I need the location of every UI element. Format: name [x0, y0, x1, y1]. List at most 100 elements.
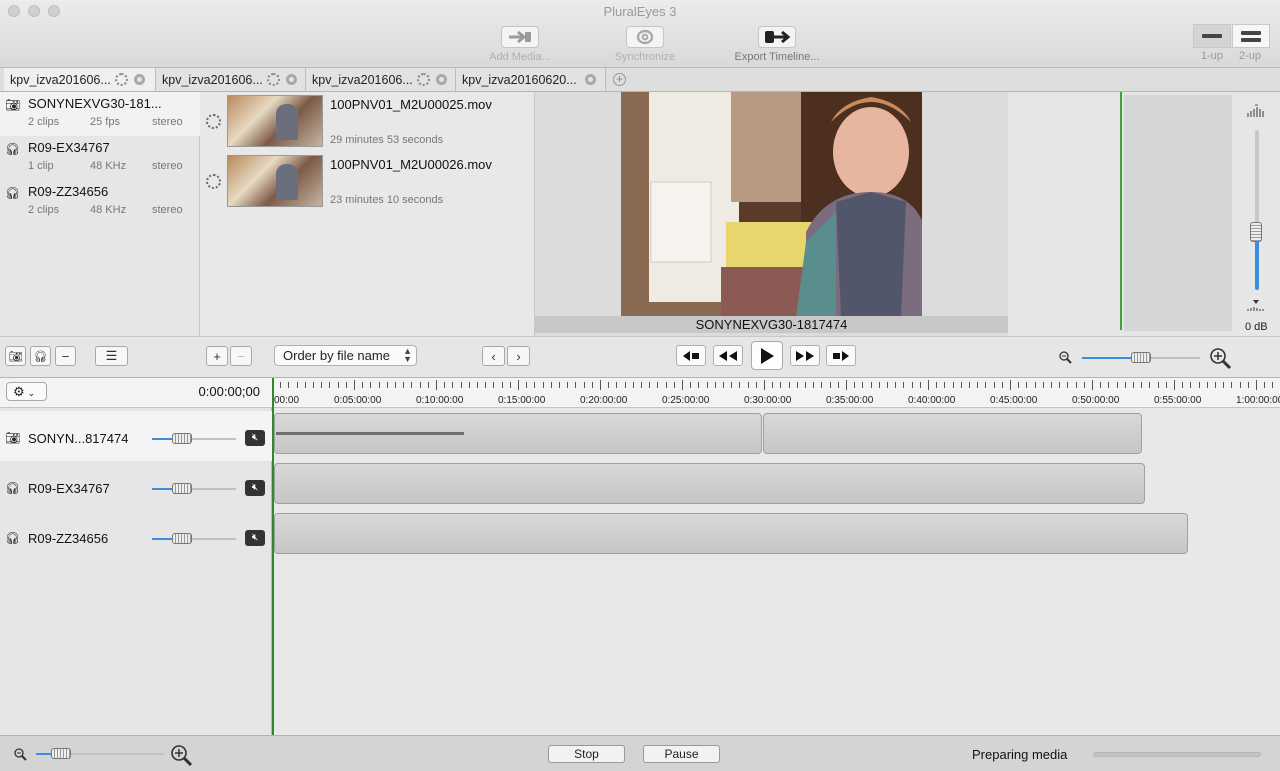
tab-label: kpv_izva201606...	[162, 72, 263, 87]
track-volume-slider-fill	[152, 438, 174, 440]
add-clip-button[interactable]: +	[206, 346, 228, 366]
clip-filename: 100PNV01_M2U00025.mov	[330, 97, 492, 112]
order-select[interactable]: Order by file name ▲ ▼	[274, 345, 417, 366]
next-clip-button[interactable]: ›	[507, 346, 530, 366]
add-media-button[interactable]: Add Media...	[470, 26, 570, 63]
close-tab-icon[interactable]	[584, 74, 596, 85]
ruler-label: 0:40:00:00	[908, 395, 956, 406]
ruler-tick	[772, 382, 773, 388]
track-volume-slider-fill	[152, 488, 174, 490]
play-button[interactable]	[751, 341, 783, 370]
go-to-end-button[interactable]	[826, 345, 856, 366]
device-name: R09-EX34767	[28, 140, 110, 155]
previous-clip-button[interactable]: ‹	[482, 346, 505, 366]
track-volume-knob[interactable]	[172, 433, 192, 444]
stop-button[interactable]: Stop	[548, 745, 625, 763]
timeline-ruler[interactable]: 00:00 0:05:00:00 0:10:00:00 0:15:00:00 0…	[272, 378, 1280, 408]
clip-item[interactable]: 100PNV01_M2U00026.mov 23 minutes 10 seco…	[200, 152, 535, 212]
volume-slider-knob[interactable]	[1250, 222, 1262, 242]
list-view-button[interactable]: ☰	[95, 346, 128, 366]
track-volume-knob[interactable]	[172, 483, 192, 494]
project-tab[interactable]: kpv_izva20160620...	[456, 68, 606, 91]
close-tab-icon[interactable]	[285, 74, 297, 85]
remove-clip-button[interactable]: −	[230, 346, 252, 366]
ruler-tick	[1190, 382, 1191, 388]
ruler-tick	[903, 382, 904, 388]
track-volume-knob[interactable]	[172, 533, 192, 544]
ruler-tick	[789, 382, 790, 388]
playhead[interactable]	[272, 378, 274, 735]
track-volume-slider-fill	[152, 538, 174, 540]
ruler-tick	[674, 382, 675, 388]
go-to-start-button[interactable]	[676, 345, 706, 366]
timeline-clip[interactable]	[274, 463, 1145, 504]
clip-item[interactable]: 100PNV01_M2U00025.mov 29 minutes 53 seco…	[200, 92, 535, 152]
add-tab-icon[interactable]: +	[613, 73, 626, 86]
track-header[interactable]: 🎧︎ R09-ZZ34656 🔇︎	[0, 511, 272, 561]
device-item[interactable]: 🎧︎ R09-EX34767 1 clip 48 KHz stereo	[0, 136, 200, 180]
camera-icon: 📷︎	[5, 98, 21, 112]
zoom-out-icon[interactable]	[1058, 350, 1072, 367]
volume-high-icon	[1246, 104, 1266, 121]
close-tab-icon[interactable]	[435, 74, 447, 85]
ruler-tick	[1084, 382, 1085, 388]
ruler-tick	[985, 382, 986, 388]
timeline-zoom-in-icon[interactable]	[170, 744, 194, 769]
zoom-in-icon[interactable]	[1209, 347, 1233, 372]
ruler-label: 0:45:00:00	[990, 395, 1038, 406]
ruler-tick	[1117, 382, 1118, 388]
export-timeline-button[interactable]: Export Timeline...	[727, 26, 827, 63]
timeline-settings-button[interactable]: ⚙ ⌄	[6, 382, 47, 401]
clip-list: 100PNV01_M2U00025.mov 29 minutes 53 seco…	[200, 92, 535, 336]
plus-icon: +	[213, 348, 221, 364]
ruler-tick	[354, 380, 355, 390]
ruler-tick	[469, 382, 470, 388]
rewind-button[interactable]	[713, 345, 743, 366]
timeline-clip[interactable]	[274, 513, 1188, 554]
ruler-tick	[559, 382, 560, 388]
project-tab[interactable]: kpv_izva201606...	[156, 68, 306, 91]
mute-speaker-icon[interactable]: 🔇︎	[245, 430, 265, 446]
close-tab-icon[interactable]	[133, 74, 145, 85]
device-item[interactable]: 📷︎ SONYNEXVG30-181... 2 clips 25 fps ste…	[0, 92, 200, 136]
layout-2up-button[interactable]	[1232, 24, 1270, 48]
ruler-tick	[649, 382, 650, 388]
timeline-zoom-out-icon[interactable]	[13, 747, 27, 764]
ruler-label: 0:20:00:00	[580, 395, 628, 406]
pause-button[interactable]: Pause	[643, 745, 720, 763]
ruler-tick	[584, 382, 585, 388]
preview-zoom-slider-knob[interactable]	[1131, 352, 1151, 363]
track-name: R09-ZZ34656	[28, 531, 109, 546]
track-header[interactable]: 📷︎ SONYN...817474 🔇︎	[0, 411, 272, 461]
add-audio-button[interactable]: 🎧︎	[30, 346, 51, 366]
timeline-zoom-slider-knob[interactable]	[51, 748, 71, 759]
device-rate: 25 fps	[90, 116, 120, 128]
project-tab[interactable]: kpv_izva201606...	[306, 68, 456, 91]
ruler-tick	[534, 382, 535, 388]
ruler-tick	[1010, 380, 1011, 390]
project-tab[interactable]: kpv_izva201606...	[4, 68, 156, 91]
ruler-tick	[723, 382, 724, 388]
clip-analysis-progress	[276, 432, 464, 435]
remove-device-button[interactable]: −	[55, 346, 76, 366]
minus-icon: −	[61, 348, 70, 364]
device-item[interactable]: 🎧︎ R09-ZZ34656 2 clips 48 KHz stereo	[0, 180, 200, 224]
fast-forward-button[interactable]	[790, 345, 820, 366]
timeline-clip[interactable]	[763, 413, 1142, 454]
ruler-tick	[502, 382, 503, 388]
ruler-tick	[953, 382, 954, 388]
mute-speaker-icon[interactable]: 🔇︎	[245, 480, 265, 496]
mute-speaker-icon[interactable]: 🔇︎	[245, 530, 265, 546]
export-timeline-label: Export Timeline...	[734, 51, 820, 63]
headphones-icon: 🎧︎	[5, 142, 21, 156]
add-camera-button[interactable]: 📷︎	[5, 346, 26, 366]
synchronize-button[interactable]: Synchronize	[595, 26, 695, 63]
preview-label: SONYNEXVG30-1817474	[535, 316, 1008, 333]
ruler-tick	[1035, 382, 1036, 388]
ruler-tick	[690, 382, 691, 388]
timecode-display: 0:00:00;00	[198, 384, 260, 399]
layout-1up-button[interactable]	[1193, 24, 1231, 48]
ruler-tick	[575, 382, 576, 388]
track-header[interactable]: 🎧︎ R09-EX34767 🔇︎	[0, 461, 272, 511]
ruler-tick	[1002, 382, 1003, 388]
